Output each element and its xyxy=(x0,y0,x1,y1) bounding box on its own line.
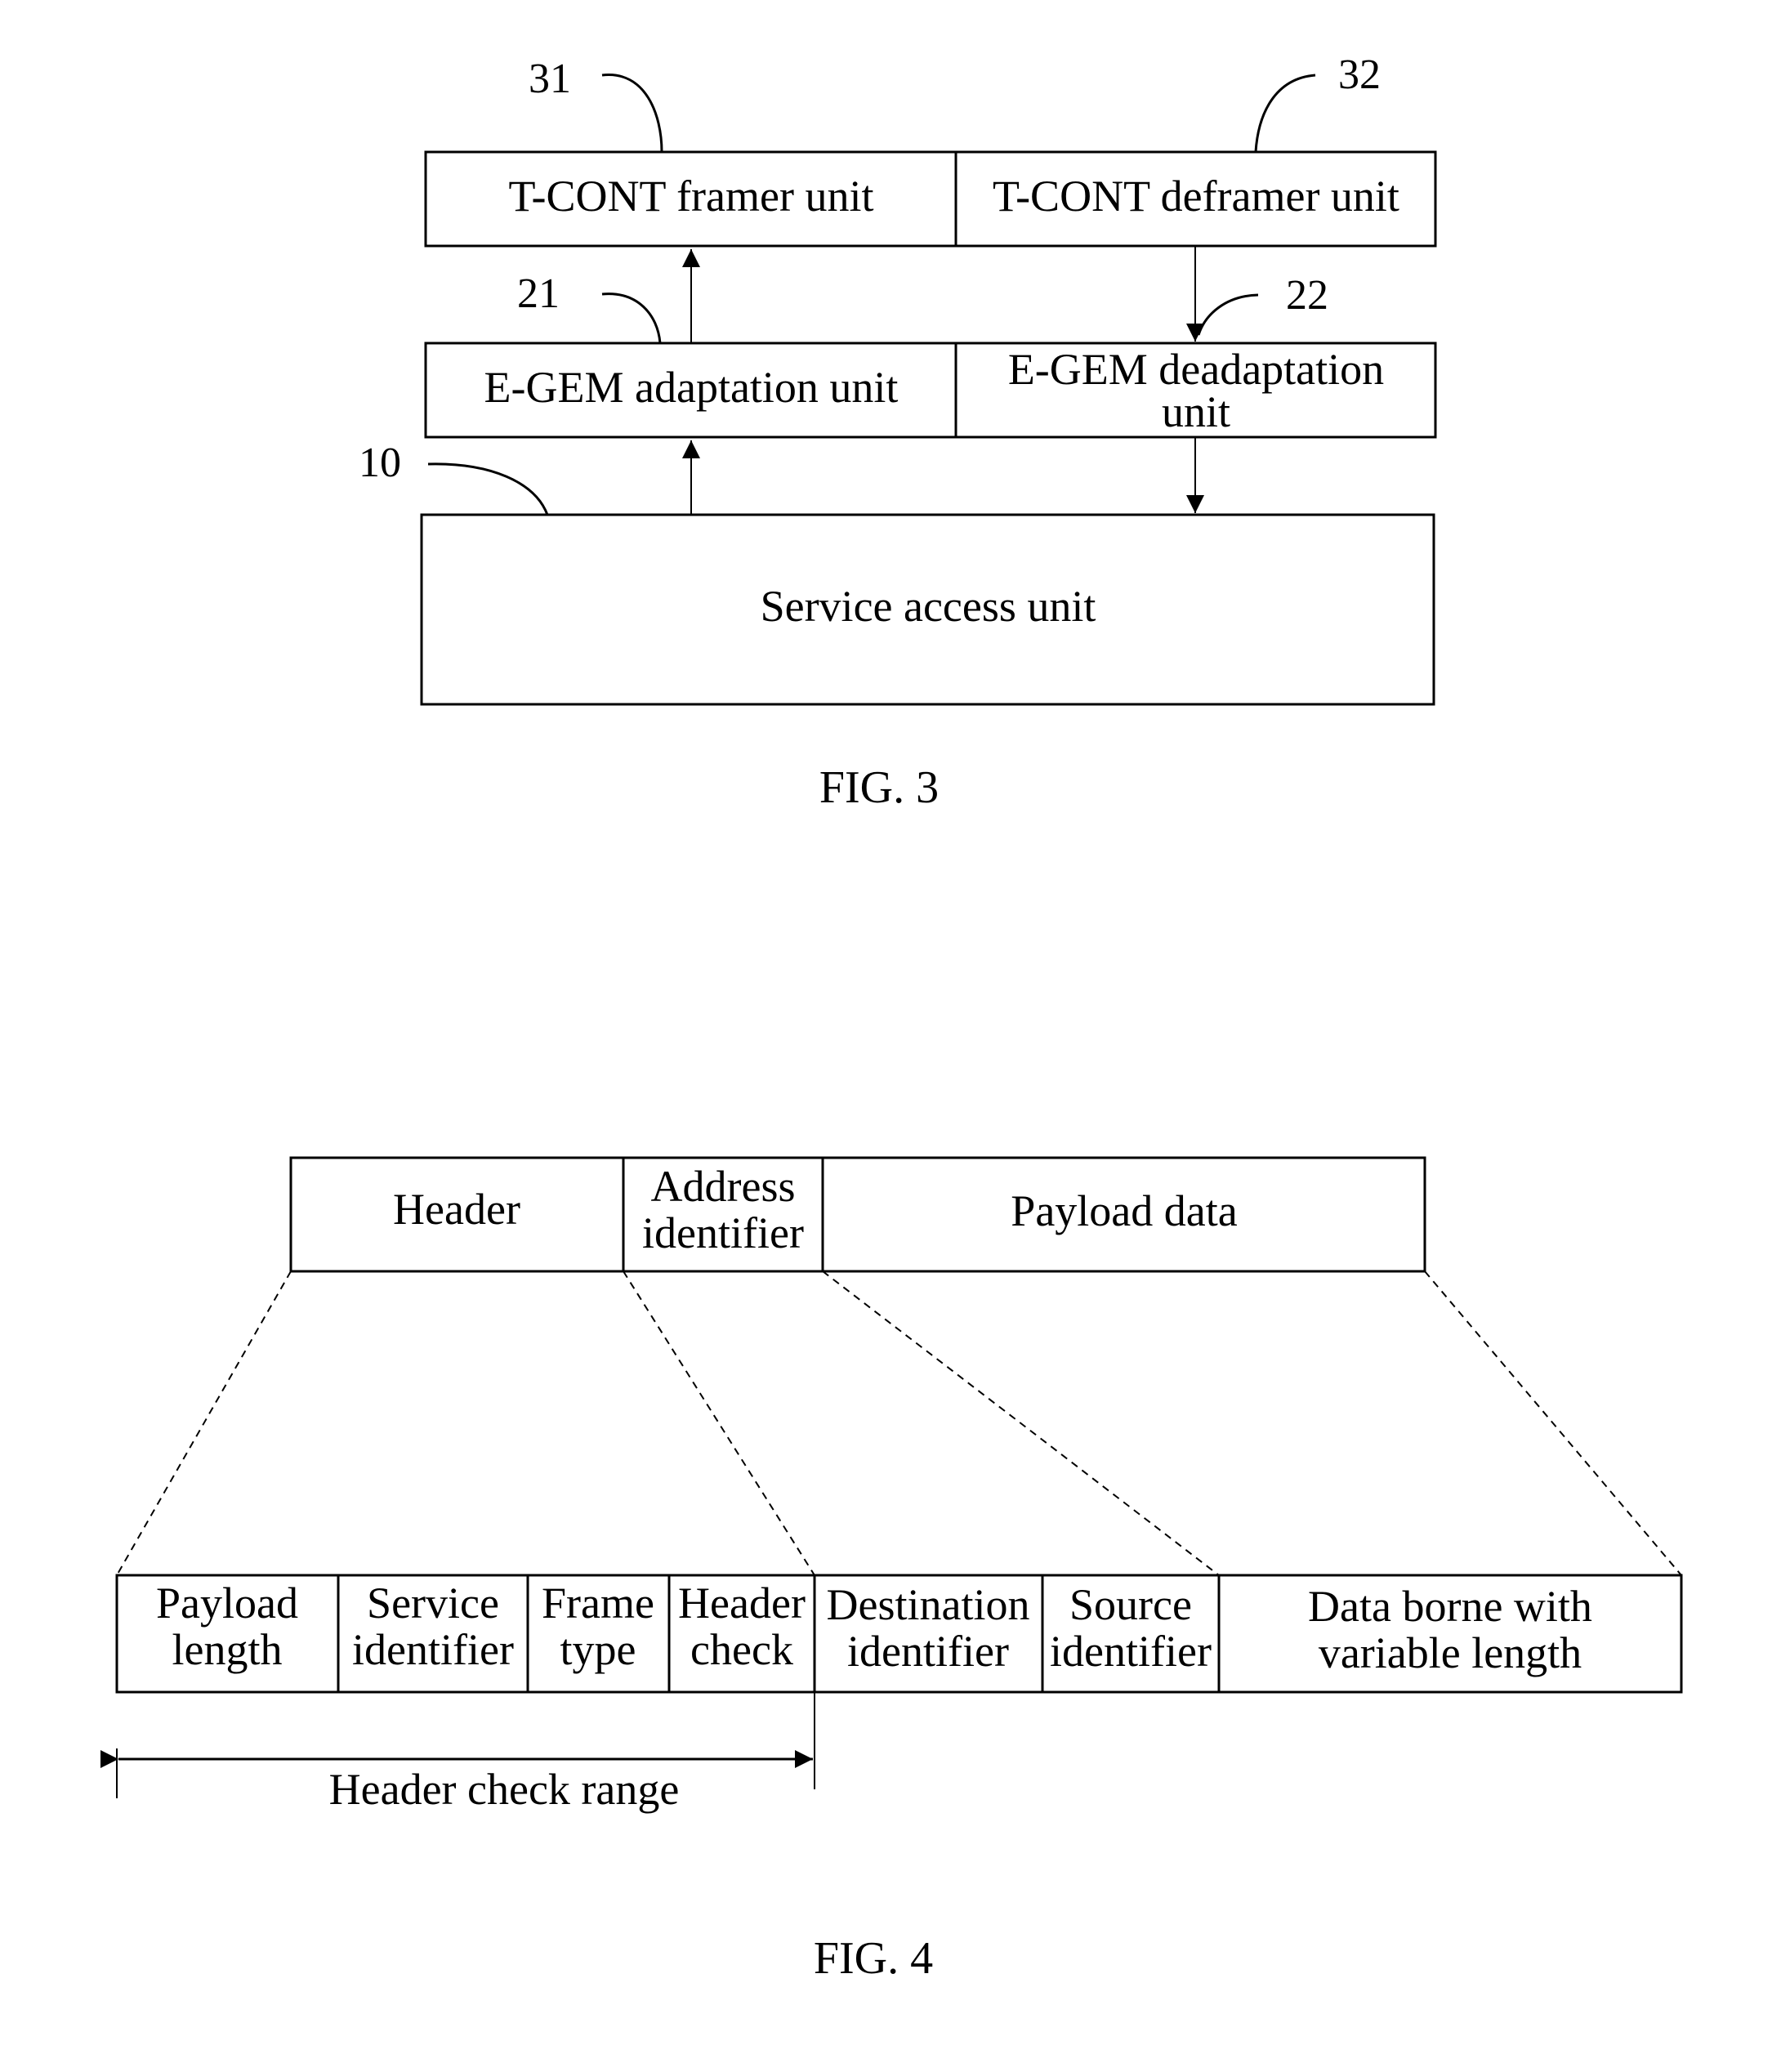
figure-3-text: T-CONT framer unit T-CONT deframer unit … xyxy=(359,51,1399,813)
service-access-label: Service access unit xyxy=(761,582,1096,631)
tcont-framer-label: T-CONT framer unit xyxy=(509,172,874,221)
leader-22 xyxy=(1197,293,1259,336)
service-identifier-label-line1: Service xyxy=(367,1579,499,1628)
source-identifier-label-line1: Source xyxy=(1069,1580,1192,1629)
header-field-label: Header xyxy=(393,1185,520,1234)
frame-type-label-line1: Frame xyxy=(542,1579,654,1628)
leader-21 xyxy=(601,292,662,344)
variable-data-label-line2: variable length xyxy=(1319,1628,1582,1677)
variable-data-label-line1: Data borne with xyxy=(1308,1582,1592,1631)
fig3-caption: FIG. 3 xyxy=(819,762,939,813)
patent-figures: T-CONT framer unit T-CONT deframer unit … xyxy=(100,51,1683,1984)
expand-line-payload-right xyxy=(1424,1270,1682,1576)
source-identifier-label-line2: identifier xyxy=(1050,1627,1212,1676)
ref-10: 10 xyxy=(359,440,401,486)
destination-identifier-label-line1: Destination xyxy=(827,1580,1030,1629)
ref-32: 32 xyxy=(1338,51,1381,98)
expand-line-address-right xyxy=(822,1270,1220,1576)
tcont-deframer-label: T-CONT deframer unit xyxy=(993,172,1399,221)
service-identifier-label-line2: identifier xyxy=(352,1625,514,1674)
egem-deadaptation-label-line1: E-GEM deadaptation xyxy=(1008,345,1384,394)
payload-data-label: Payload data xyxy=(1011,1186,1237,1235)
leader-31 xyxy=(601,74,663,153)
leader-32 xyxy=(1254,74,1316,153)
ref-22: 22 xyxy=(1286,272,1328,319)
frame-type-label-line2: type xyxy=(560,1625,636,1674)
expand-line-header-right xyxy=(623,1270,815,1576)
ref-21: 21 xyxy=(517,270,560,317)
address-identifier-label-line2: identifier xyxy=(642,1208,804,1257)
fig4-caption: FIG. 4 xyxy=(814,1933,933,1984)
egem-adaptation-label: E-GEM adaptation unit xyxy=(484,363,899,412)
header-check-label-line2: check xyxy=(690,1625,793,1674)
egem-deadaptation-label-line2: unit xyxy=(1162,387,1230,436)
address-identifier-label-line1: Address xyxy=(651,1162,796,1211)
destination-identifier-label-line2: identifier xyxy=(847,1627,1009,1676)
payload-length-label-line1: Payload xyxy=(156,1579,298,1628)
figure-4-text: Header Address identifier Payload data P… xyxy=(156,1162,1592,1984)
ref-31: 31 xyxy=(529,56,571,102)
figure-4 xyxy=(100,1156,1683,1798)
expand-line-header-left xyxy=(116,1270,292,1576)
payload-length-label-line2: length xyxy=(172,1625,283,1674)
header-check-label-line1: Header xyxy=(678,1579,806,1628)
leader-10 xyxy=(427,462,549,516)
header-check-range-label: Header check range xyxy=(329,1765,680,1814)
